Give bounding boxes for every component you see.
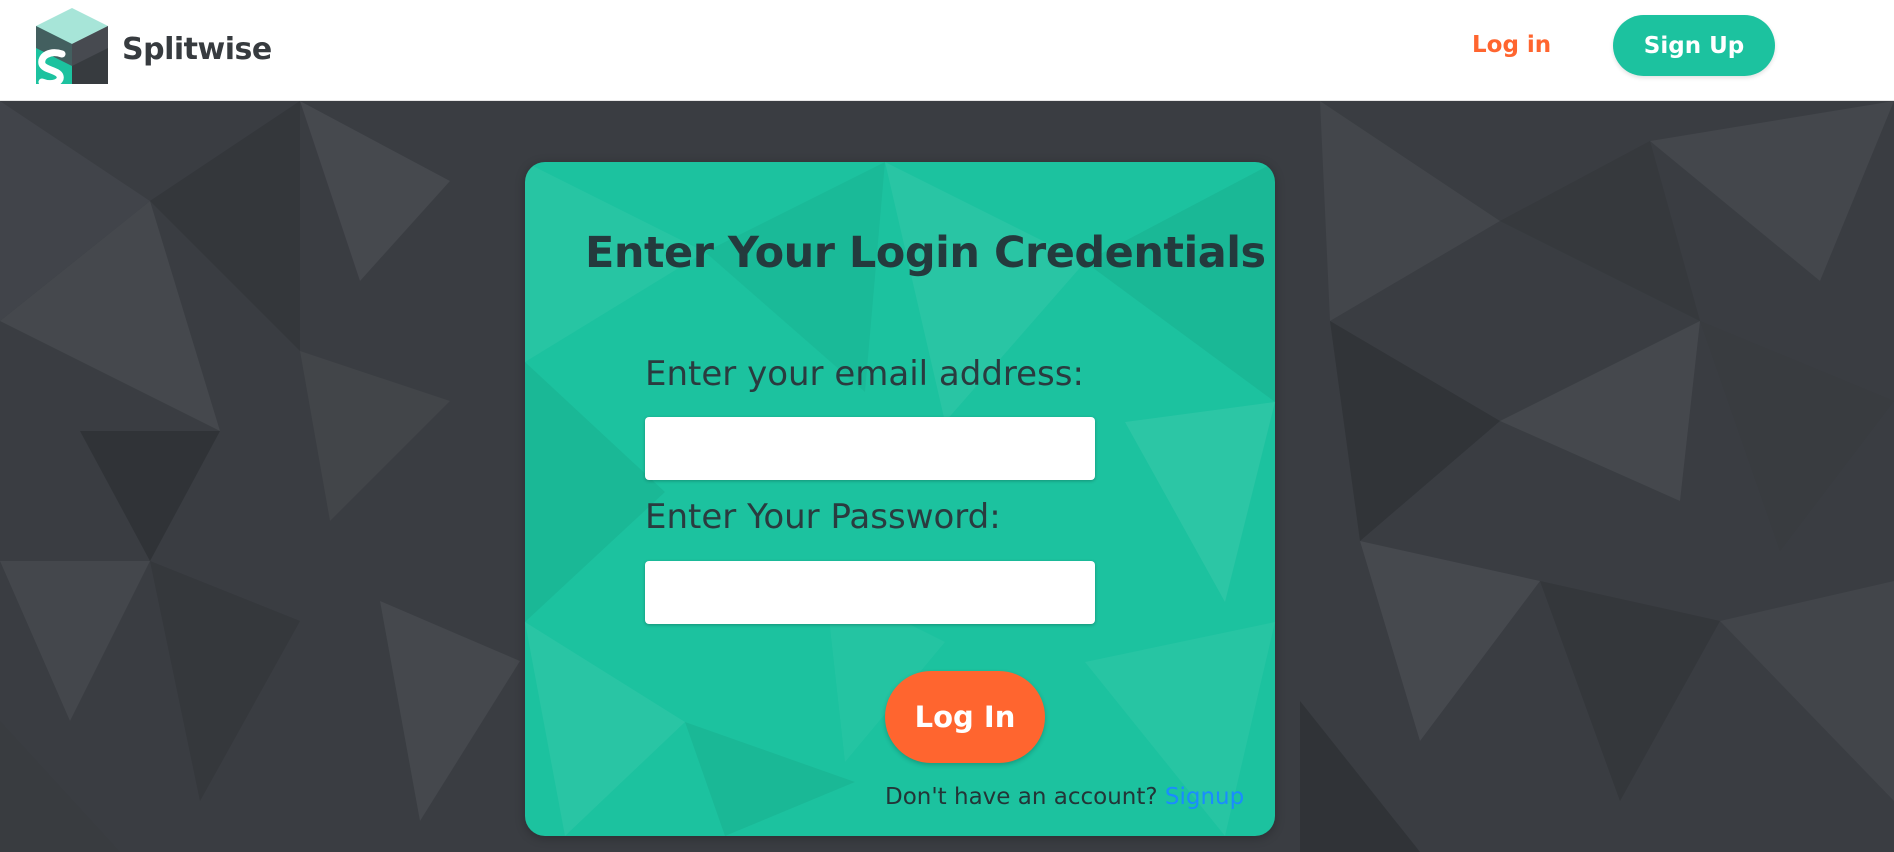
email-field[interactable]: [645, 417, 1095, 480]
login-card-title: Enter Your Login Credentials: [585, 228, 1266, 278]
top-navigation-bar: Splitwise Log in Sign Up: [0, 0, 1894, 101]
password-label: Enter Your Password:: [645, 497, 1001, 537]
password-field[interactable]: [645, 561, 1095, 624]
brand-logo[interactable]: Splitwise: [36, 8, 272, 84]
nav-login-link[interactable]: Log in: [1472, 32, 1551, 58]
no-account-text: Don't have an account?: [885, 784, 1158, 810]
login-card: Enter Your Login Credentials Enter your …: [525, 162, 1275, 836]
splitwise-logo-icon: [36, 8, 108, 84]
signup-prompt: Don't have an account? Signup: [885, 784, 1244, 810]
email-label: Enter your email address:: [645, 354, 1084, 394]
signup-link[interactable]: Signup: [1165, 784, 1244, 810]
login-submit-button[interactable]: Log In: [885, 671, 1045, 763]
nav-signup-button[interactable]: Sign Up: [1613, 15, 1775, 76]
brand-name: Splitwise: [122, 31, 272, 67]
